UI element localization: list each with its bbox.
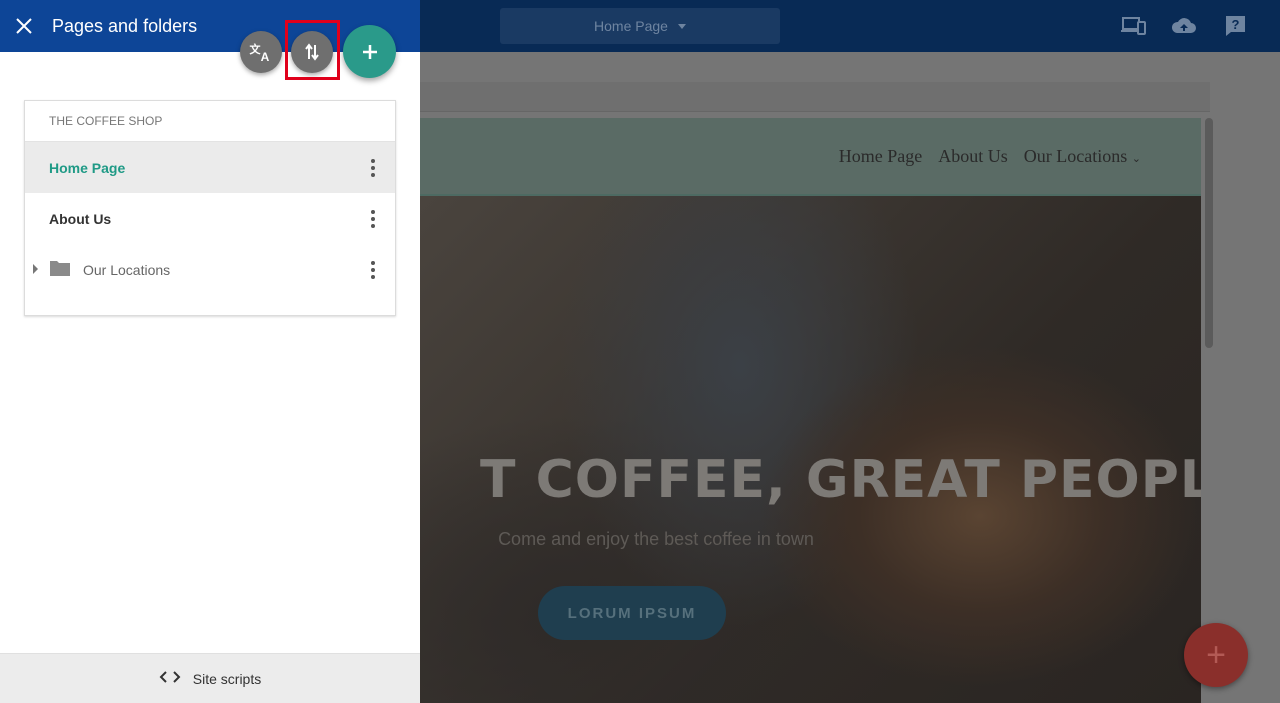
close-icon[interactable] [10, 12, 38, 40]
add-page-button[interactable] [343, 25, 396, 78]
hero-title: T COFFEE, GREAT PEOPLE [480, 450, 1201, 510]
add-icon [362, 44, 377, 59]
site-name: THE COFFEE SHOP [25, 101, 395, 142]
cloud-upload-icon[interactable] [1171, 14, 1197, 38]
page-tree: THE COFFEE SHOP Home Page About Us Our L… [24, 100, 396, 316]
site-nav-home[interactable]: Home Page [839, 146, 922, 167]
page-item-about[interactable]: About Us [25, 193, 395, 244]
add-section-button[interactable]: + [1184, 623, 1248, 687]
pages-panel: Pages and folders 文 A THE COFFEE SHOP Ho… [0, 0, 420, 703]
devices-icon[interactable] [1121, 14, 1147, 38]
hero-section: T COFFEE, GREAT PEOPLE Come and enjoy th… [420, 196, 1201, 703]
chevron-down-icon: ⌄ [1131, 153, 1141, 165]
folder-icon [49, 259, 71, 280]
site-scripts-label: Site scripts [192, 670, 262, 687]
code-icon [159, 670, 181, 687]
expand-arrow-icon[interactable] [33, 264, 38, 274]
page-item-home[interactable]: Home Page [25, 142, 395, 193]
panel-title: Pages and folders [52, 16, 198, 36]
site-scripts-button[interactable]: Site scripts [0, 653, 420, 703]
preview-scrollbar[interactable] [1205, 118, 1213, 348]
site-nav-about[interactable]: About Us [938, 146, 1008, 167]
site-preview[interactable]: Home Page About Us Our Locations ⌄ T COF… [420, 118, 1201, 703]
folder-item-label: Our Locations [83, 261, 171, 278]
site-navbar: Home Page About Us Our Locations ⌄ [420, 118, 1201, 196]
hero-subtitle: Come and enjoy the best coffee in town [498, 529, 814, 549]
sort-icon[interactable] [291, 31, 333, 73]
help-icon[interactable]: ? [1223, 14, 1249, 38]
svg-text:?: ? [1232, 17, 1240, 32]
more-vert-icon[interactable] [365, 258, 381, 282]
site-toolbar [420, 82, 1210, 112]
page-item-label: Home Page [49, 159, 126, 176]
chevron-down-icon [677, 23, 686, 29]
svg-text:A: A [261, 50, 270, 64]
more-vert-icon[interactable] [365, 207, 381, 231]
translate-icon[interactable]: 文 A [240, 31, 282, 73]
page-item-label: About Us [49, 210, 112, 227]
more-vert-icon[interactable] [365, 156, 381, 180]
folder-item-locations[interactable]: Our Locations [25, 244, 395, 295]
site-nav-locations[interactable]: Our Locations ⌄ [1024, 146, 1141, 167]
hero-button[interactable]: LORUM IPSUM [538, 586, 726, 640]
page-selector-label: Home Page [594, 18, 668, 34]
page-selector[interactable]: Home Page [500, 8, 780, 44]
